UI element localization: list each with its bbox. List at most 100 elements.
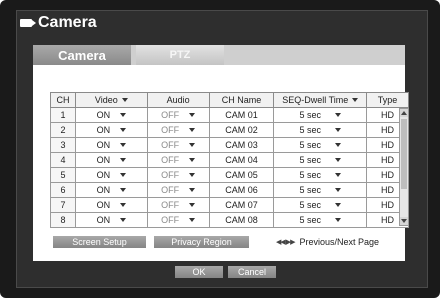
screen-setup-button[interactable]: Screen Setup [53, 236, 146, 248]
header-audio: Audio [146, 92, 210, 108]
cell-seq-dwell[interactable]: 5 sec [273, 152, 368, 168]
cell-ch: 6 [50, 182, 76, 198]
window-title-text: Camera [38, 14, 97, 31]
chevron-down-icon [189, 188, 196, 192]
chevron-down-icon [189, 113, 196, 117]
cell-audio[interactable]: OFF [146, 197, 210, 213]
cell-audio[interactable]: OFF [146, 212, 210, 228]
cell-video[interactable]: ON [74, 122, 148, 138]
table-scrollbar[interactable] [399, 108, 409, 226]
cell-ch-name[interactable]: CAM 07 [208, 197, 275, 213]
cell-ch: 7 [50, 197, 76, 213]
chevron-down-icon [352, 98, 359, 102]
privacy-region-button[interactable]: Privacy Region [154, 236, 249, 248]
cell-ch: 2 [50, 122, 76, 138]
chevron-down-icon [334, 188, 341, 192]
header-type: Type [366, 92, 409, 108]
tab-ptz[interactable]: PTZ [136, 45, 224, 65]
arrow-down-icon [401, 219, 407, 223]
chevron-down-icon [120, 143, 127, 147]
table-row: 1 ON OFF CAM 01 5 sec HD [50, 107, 409, 123]
table-row: 7 ON OFF CAM 07 5 sec HD [50, 197, 409, 213]
chevron-down-icon [120, 203, 127, 207]
chevron-down-icon [334, 143, 341, 147]
window-title: Camera [20, 12, 97, 34]
cell-audio[interactable]: OFF [146, 122, 210, 138]
cell-audio[interactable]: OFF [146, 167, 210, 183]
chevron-down-icon [334, 113, 341, 117]
chevron-down-icon [189, 173, 196, 177]
table-row: 4 ON OFF CAM 04 5 sec HD [50, 152, 409, 168]
cell-audio[interactable]: OFF [146, 152, 210, 168]
cell-seq-dwell[interactable]: 5 sec [273, 122, 368, 138]
cell-ch: 4 [50, 152, 76, 168]
header-seq-dwell[interactable]: SEQ-Dwell Time [273, 92, 368, 108]
chevron-down-icon [121, 98, 128, 102]
cell-seq-dwell[interactable]: 5 sec [273, 197, 368, 213]
chevron-down-icon [120, 173, 127, 177]
table-row: 2 ON OFF CAM 02 5 sec HD [50, 122, 409, 138]
camera-icon [20, 19, 36, 27]
pager[interactable]: ◀◀ ▶▶ Previous/Next Page [276, 236, 379, 248]
cell-ch: 3 [50, 137, 76, 153]
cell-ch-name[interactable]: CAM 02 [208, 122, 275, 138]
chevron-down-icon [334, 218, 341, 222]
chevron-down-icon [189, 158, 196, 162]
rewind-fastforward-icon[interactable]: ◀◀ ▶▶ [276, 238, 296, 246]
cell-video[interactable]: ON [74, 197, 148, 213]
chevron-down-icon [334, 203, 341, 207]
pager-label: Previous/Next Page [299, 237, 380, 247]
cell-ch-name[interactable]: CAM 04 [208, 152, 275, 168]
cell-ch-name[interactable]: CAM 01 [208, 107, 275, 123]
header-ch-name: CH Name [208, 92, 275, 108]
cell-seq-dwell[interactable]: 5 sec [273, 107, 368, 123]
chevron-down-icon [334, 173, 341, 177]
cell-video[interactable]: ON [74, 107, 148, 123]
camera-table: CH Video Audio CH Name SEQ-Dwell Time Ty… [50, 92, 409, 228]
chevron-down-icon [189, 203, 196, 207]
header-ch: CH [50, 92, 76, 108]
cell-seq-dwell[interactable]: 5 sec [273, 212, 368, 228]
table-row: 8 ON OFF CAM 08 5 sec HD [50, 212, 409, 228]
cell-seq-dwell[interactable]: 5 sec [273, 182, 368, 198]
cell-ch-name[interactable]: CAM 03 [208, 137, 275, 153]
scroll-thumb[interactable] [401, 119, 407, 189]
chevron-down-icon [120, 188, 127, 192]
table-header-row: CH Video Audio CH Name SEQ-Dwell Time Ty… [50, 92, 409, 108]
table-row: 3 ON OFF CAM 03 5 sec HD [50, 137, 409, 153]
chevron-down-icon [120, 128, 127, 132]
cell-ch-name[interactable]: CAM 05 [208, 167, 275, 183]
chevron-down-icon [120, 158, 127, 162]
cell-ch-name[interactable]: CAM 06 [208, 182, 275, 198]
cell-video[interactable]: ON [74, 182, 148, 198]
cell-audio[interactable]: OFF [146, 107, 210, 123]
chevron-down-icon [120, 113, 127, 117]
chevron-down-icon [120, 218, 127, 222]
cell-ch: 5 [50, 167, 76, 183]
chevron-down-icon [334, 158, 341, 162]
cell-audio[interactable]: OFF [146, 182, 210, 198]
table-row: 5 ON OFF CAM 05 5 sec HD [50, 167, 409, 183]
chevron-down-icon [189, 143, 196, 147]
arrow-up-icon [401, 111, 407, 115]
chevron-down-icon [334, 128, 341, 132]
cell-ch-name[interactable]: CAM 08 [208, 212, 275, 228]
cell-ch: 8 [50, 212, 76, 228]
chevron-down-icon [189, 128, 196, 132]
header-video[interactable]: Video [74, 92, 148, 108]
table-row: 6 ON OFF CAM 06 5 sec HD [50, 182, 409, 198]
tab-camera[interactable]: Camera [33, 45, 131, 65]
cell-video[interactable]: ON [74, 167, 148, 183]
cell-ch: 1 [50, 107, 76, 123]
cell-audio[interactable]: OFF [146, 137, 210, 153]
scroll-down-button[interactable] [400, 217, 408, 225]
scroll-up-button[interactable] [400, 109, 408, 117]
cell-video[interactable]: ON [74, 137, 148, 153]
cell-seq-dwell[interactable]: 5 sec [273, 137, 368, 153]
cell-video[interactable]: ON [74, 152, 148, 168]
chevron-down-icon [189, 218, 196, 222]
ok-button[interactable]: OK [175, 266, 223, 278]
cell-video[interactable]: ON [74, 212, 148, 228]
cancel-button[interactable]: Cancel [228, 266, 276, 278]
cell-seq-dwell[interactable]: 5 sec [273, 167, 368, 183]
